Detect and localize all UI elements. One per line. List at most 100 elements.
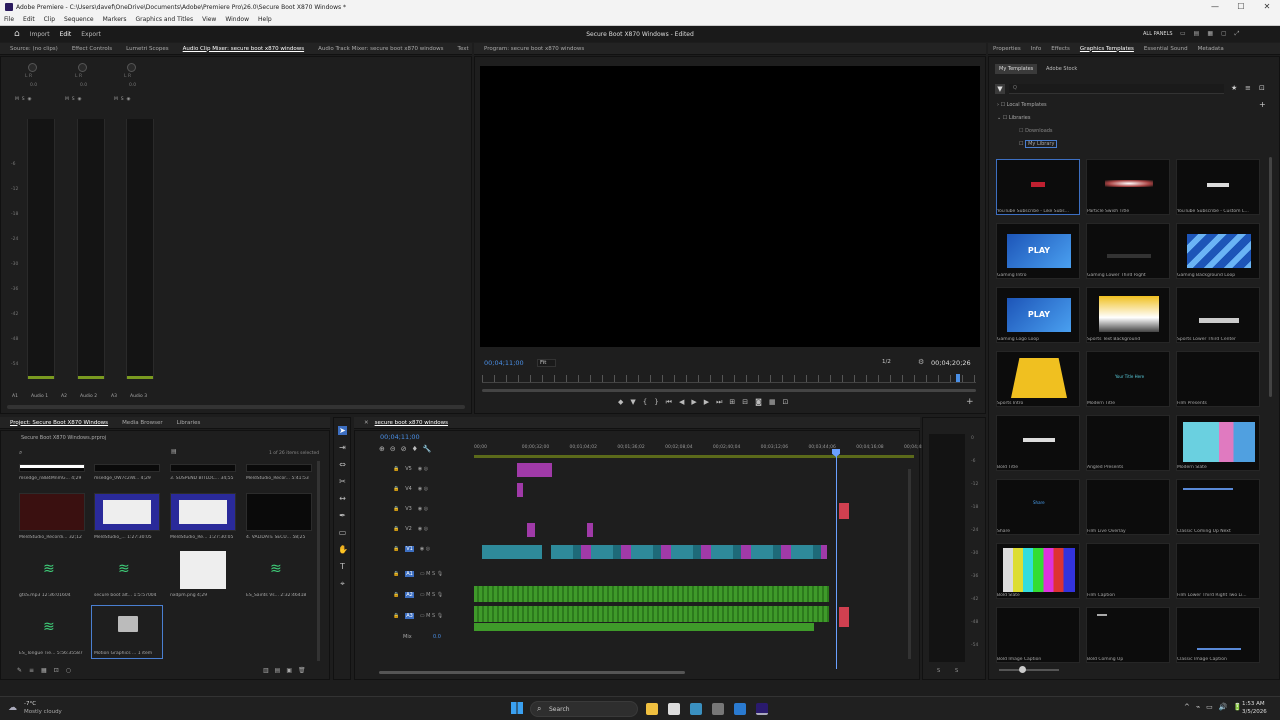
search-input[interactable]: Q [1009,84,1224,94]
tab-properties[interactable]: Properties [993,46,1021,52]
project-bottom-toolbar[interactable]: ✎≡▦⊡○ [17,667,78,674]
template-thumb[interactable] [1176,223,1260,279]
lock-icon[interactable]: 🔒 [393,546,399,552]
menu-sequence[interactable]: Sequence [64,16,94,23]
program-video-display[interactable] [480,66,980,347]
project-scrollbar[interactable] [317,461,320,661]
project-search-icon[interactable]: ⌕ [19,449,22,457]
fit-dropdown[interactable]: Fit [537,359,557,367]
slip-tool-icon[interactable]: ↔ [338,494,347,503]
lock-icon[interactable]: 🔒 [393,486,399,492]
weather-icon[interactable]: ☁ [8,703,17,713]
template-thumb[interactable] [1086,287,1170,343]
add-button-icon[interactable]: + [966,397,974,407]
tab-lumetri-scopes[interactable]: Lumetri Scopes [126,46,169,52]
video-track-header[interactable]: 🔒 V5 ◉ ◎ [393,466,473,478]
template-thumb[interactable] [1176,159,1260,215]
tab-libraries[interactable]: Libraries [177,420,201,426]
mute-solo-icons[interactable]: ▭ M S 🎙 [420,592,443,598]
mute-solo-controls[interactable]: M S ◉ [15,97,31,102]
template-thumb[interactable] [1176,415,1260,471]
template-thumb[interactable] [1086,607,1170,663]
horizontal-scrollbar[interactable] [7,405,465,409]
meter-solo-label[interactable]: S [937,668,940,674]
template-thumb[interactable] [1086,415,1170,471]
eye-icon[interactable]: ◉ ◎ [420,546,430,552]
subtab-adobe-stock[interactable]: Adobe Stock [1042,64,1081,74]
timeline-scrollbar[interactable] [379,671,685,674]
template-thumb[interactable] [1176,607,1260,663]
tab-media-browser[interactable]: Media Browser [122,420,163,426]
timeline-tool-icons[interactable]: ⊕⊝⊘♦🔧 [379,445,437,453]
clock-date[interactable]: 3/5/2026 [1242,709,1267,715]
tab-source[interactable]: Source: (no clips) [10,46,58,52]
add-icon[interactable]: + [1259,100,1266,109]
clip-a2-audio[interactable] [474,606,829,622]
tab-audio-track-mixer[interactable]: Audio Track Mixer: secure boot x870 wind… [318,46,443,52]
zoom-scrollbar[interactable] [482,389,976,392]
eye-icon[interactable]: ◉ ◎ [418,526,428,532]
template-thumb[interactable] [996,159,1080,215]
timeline-vertical-scroll[interactable] [908,469,911,659]
menu-help[interactable]: Help [258,16,272,23]
timeline-playhead[interactable] [836,449,837,669]
text-tool-icon[interactable]: ⌖ [338,579,347,588]
pan-knob[interactable] [78,63,87,72]
notepad-icon[interactable] [668,703,680,715]
playhead-marker[interactable] [956,374,960,382]
template-thumb[interactable]: Share [996,479,1080,535]
menu-clip[interactable]: Clip [44,16,55,23]
clip-v4-magenta[interactable] [517,483,523,497]
selection-tool-icon[interactable]: ➤ [338,426,347,435]
eye-icon[interactable]: ◉ ◎ [418,466,428,472]
tab-sequence[interactable]: secure boot x870 windows [375,420,448,426]
track-select-icon[interactable]: ⇥ [338,443,347,452]
all-panels-button[interactable]: ALL PANELS [1143,31,1173,37]
media-thumbnail[interactable] [19,493,85,531]
menu-graphics[interactable]: Graphics and Titles [136,16,194,23]
video-track-header[interactable]: 🔒 V2 ◉ ◎ [393,526,473,538]
vertical-scrollbar[interactable] [1269,157,1272,397]
wrench-icon[interactable]: ⚙ [918,358,924,366]
new-bin-icon[interactable]: ▤ [171,448,177,455]
edge-icon[interactable] [734,703,746,715]
close-sequence-icon[interactable]: ✕ [364,420,369,426]
rectangle-tool-icon[interactable]: ▭ [338,528,347,537]
close-button[interactable]: ✕ [1254,0,1280,14]
tab-import[interactable]: Import [30,31,50,38]
workspace-icons[interactable]: ▭▤▦▢⤢ [1180,30,1247,38]
template-thumb[interactable] [996,607,1080,663]
template-thumb[interactable] [1086,543,1170,599]
clip-v1-intro[interactable] [482,545,542,559]
tab-project[interactable]: Project: Secure Boot X870 Windows [10,420,108,426]
tab-export[interactable]: Export [81,31,101,38]
transport-controls[interactable]: ◆▼{}⏮◀▶▶⏭⊞⊟◙▦⊡ [618,398,795,407]
thumbnail-view-icon[interactable]: ⊡ [1259,84,1265,92]
resolution-dropdown[interactable]: 1/2 [880,359,900,365]
mute-solo-controls[interactable]: M S ◉ [114,97,130,102]
media-thumbnail[interactable]: ≋ [19,551,85,589]
template-thumb[interactable]: PLAY [996,223,1080,279]
media-thumbnail[interactable] [170,551,236,589]
media-thumbnail[interactable] [94,493,160,531]
maximize-button[interactable]: ☐ [1228,0,1254,14]
mute-solo-icons[interactable]: ▭ M S 🎙 [420,571,443,577]
template-thumb[interactable] [1176,351,1260,407]
mix-value[interactable]: 0.0 [433,634,441,640]
lock-icon[interactable]: 🔒 [393,571,399,577]
menu-edit[interactable]: Edit [23,16,35,23]
media-thumbnail[interactable] [246,493,312,531]
hand-tool-icon[interactable]: ✋ [338,545,348,554]
razor-icon[interactable]: ✂ [338,477,347,486]
template-thumb[interactable] [996,415,1080,471]
file-explorer-icon[interactable] [646,703,658,715]
media-thumbnail[interactable] [246,464,312,472]
program-time-ruler[interactable] [482,375,976,383]
minimize-button[interactable]: — [1202,0,1228,14]
tab-effects[interactable]: Effects [1051,46,1070,52]
tab-program[interactable]: Program: secure boot x870 windows [484,46,584,52]
pan-knob[interactable] [127,63,136,72]
template-thumb[interactable] [1176,479,1260,535]
app-icon[interactable] [712,703,724,715]
program-timecode-in[interactable]: 00;04;11;00 [484,359,524,367]
